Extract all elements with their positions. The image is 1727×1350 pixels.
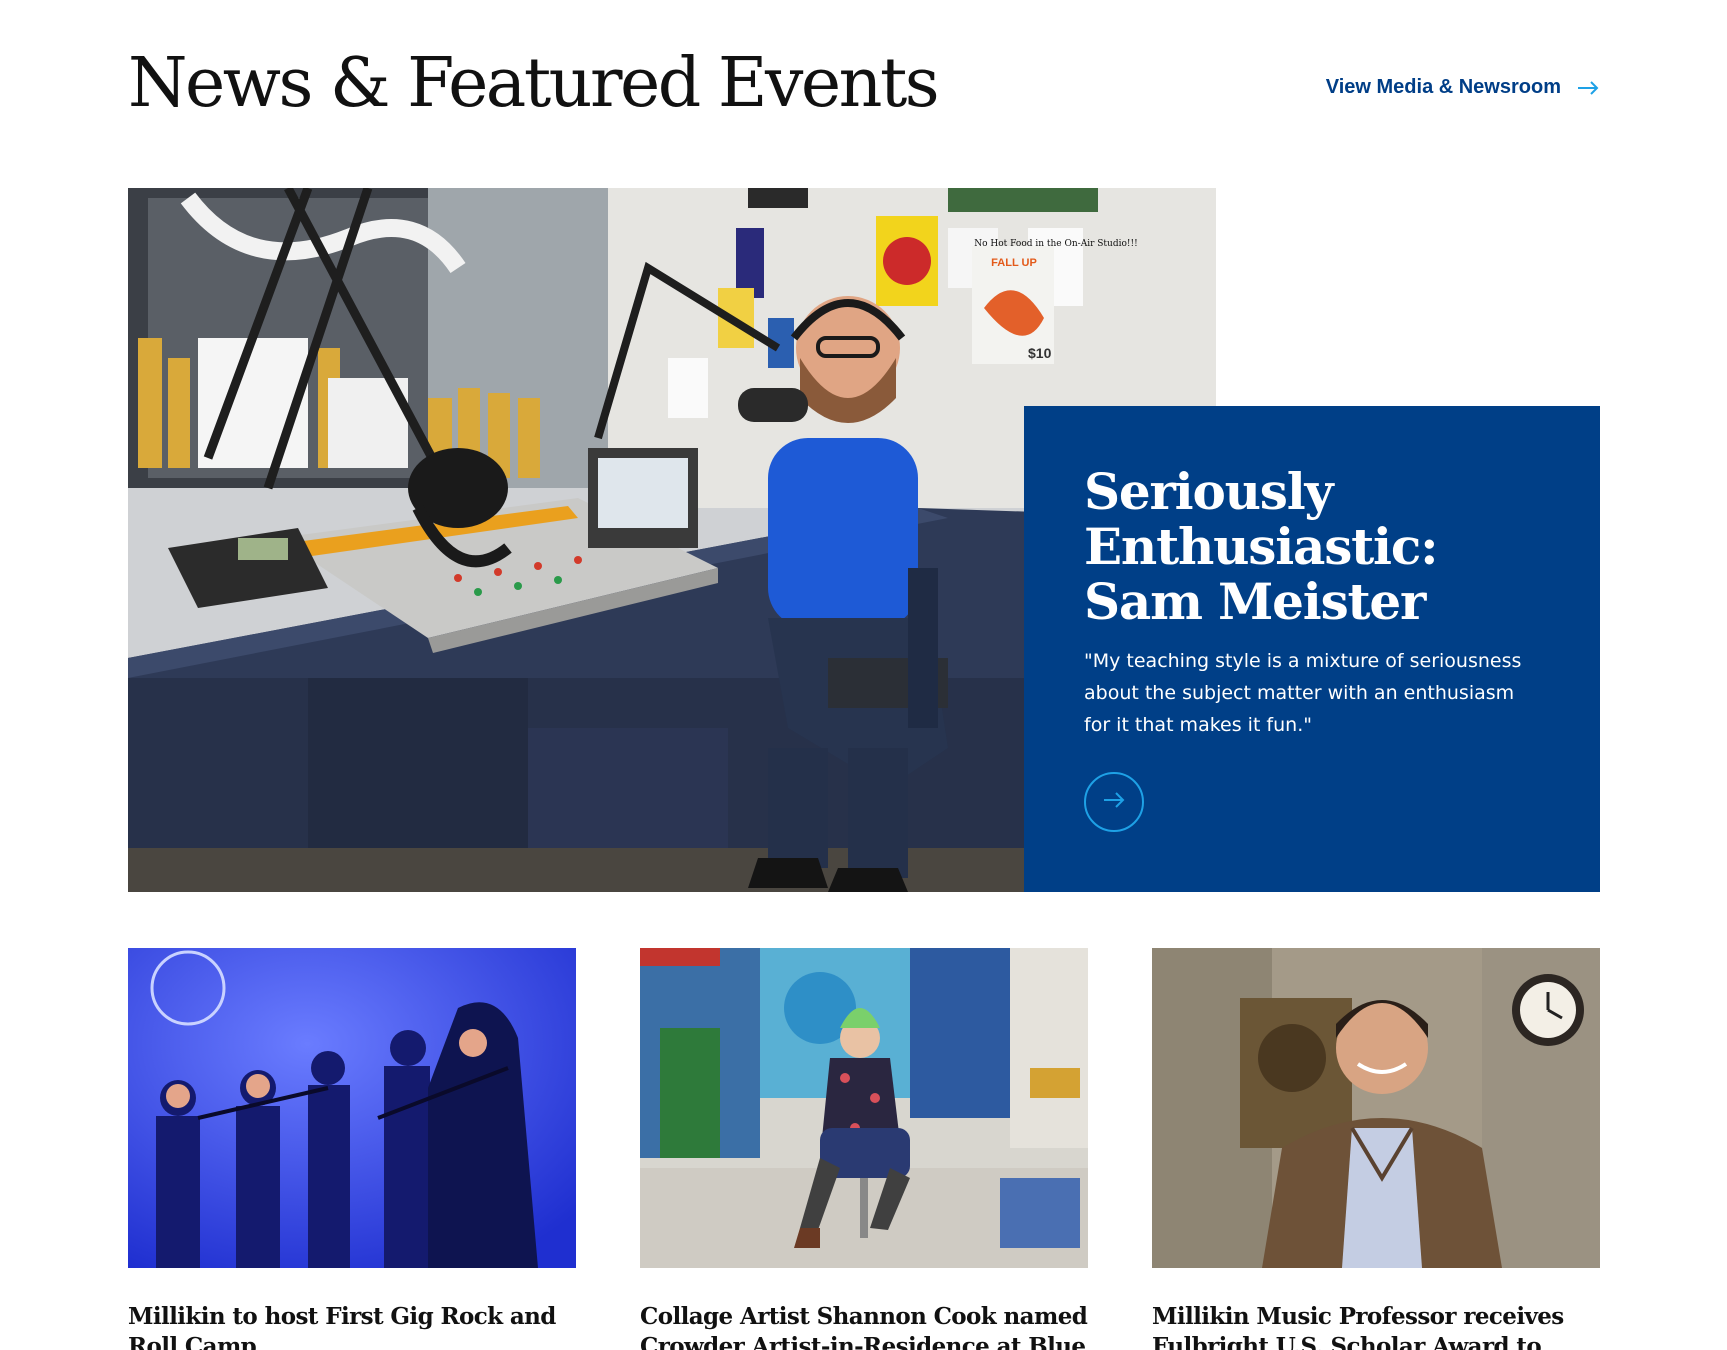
poster-price: $10 bbox=[1028, 345, 1052, 361]
view-newsroom-link[interactable]: View Media & Newsroom bbox=[1326, 76, 1599, 99]
news-card[interactable]: Millikin Music Professor receives Fulbri… bbox=[1152, 948, 1600, 1350]
arrow-right-circle-icon bbox=[1103, 791, 1125, 813]
news-card-title[interactable]: Collage Artist Shannon Cook named Crowde… bbox=[640, 1302, 1088, 1350]
feature-title[interactable]: Seriously Enthusiastic: Sam Meister bbox=[1084, 464, 1544, 629]
news-card[interactable]: Millikin to host First Gig Rock and Roll… bbox=[128, 948, 576, 1350]
poster-fall-up: FALL UP bbox=[991, 257, 1037, 269]
feature-card[interactable]: Seriously Enthusiastic: Sam Meister "My … bbox=[1024, 406, 1600, 892]
news-card-image[interactable] bbox=[640, 948, 1088, 1268]
news-card-image[interactable] bbox=[128, 948, 576, 1268]
news-card-title[interactable]: Millikin to host First Gig Rock and Roll… bbox=[128, 1302, 576, 1350]
news-card-image[interactable] bbox=[1152, 948, 1600, 1268]
news-card[interactable]: Collage Artist Shannon Cook named Crowde… bbox=[640, 948, 1088, 1350]
section-title: News & Featured Events bbox=[128, 44, 940, 123]
feature-quote: "My teaching style is a mixture of serio… bbox=[1084, 650, 1522, 736]
arrow-right-icon bbox=[1577, 80, 1599, 95]
view-newsroom-label: View Media & Newsroom bbox=[1325, 76, 1561, 98]
feature-read-more-button[interactable] bbox=[1084, 772, 1144, 832]
news-card-title[interactable]: Millikin Music Professor receives Fulbri… bbox=[1152, 1302, 1600, 1350]
